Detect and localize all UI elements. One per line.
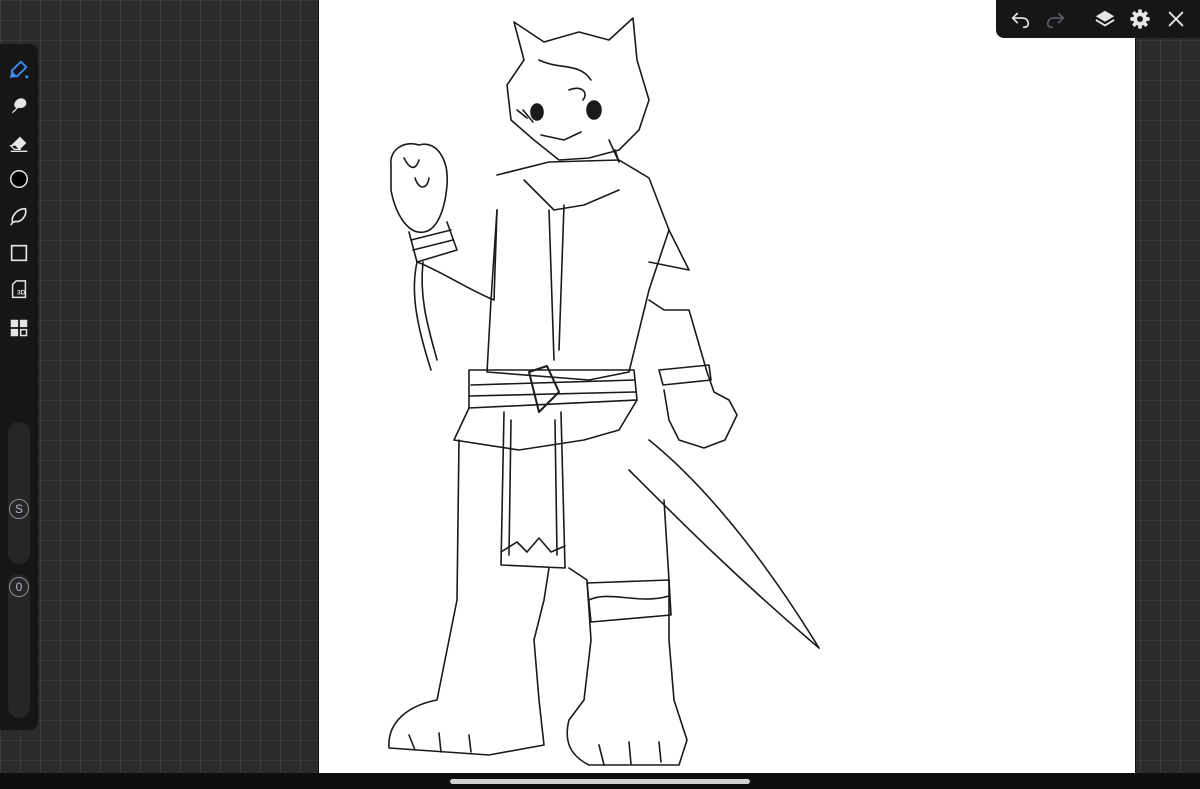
opacity-knob[interactable]: 0 [9,577,29,597]
gallery-button[interactable] [4,313,34,343]
rectangle-icon [10,244,28,262]
3d-label: 3D [17,290,26,297]
brush-size-knob[interactable]: S [9,499,29,519]
left-toolbar: 3D S 0 [0,44,38,730]
layers-icon [1095,10,1115,27]
redo-icon [1046,12,1065,29]
redo-button[interactable] [1042,5,1070,33]
settings-button[interactable] [1126,5,1154,33]
eraser-tool[interactable] [4,128,34,158]
shape-tool[interactable] [4,238,34,268]
close-icon [1168,11,1184,27]
opacity-label: 0 [15,580,23,594]
drawing-canvas[interactable] [319,0,1135,773]
home-indicator[interactable] [450,779,750,784]
smudge-tool[interactable] [4,91,34,121]
3d-model-icon: 3D [11,280,27,299]
grid-icon [10,319,28,337]
layers-button[interactable] [1091,5,1119,33]
brush-tool[interactable] [4,54,34,84]
lasso-icon [10,207,27,226]
gear-icon [1130,9,1150,29]
undo-icon [1011,12,1030,29]
close-button[interactable] [1162,5,1190,33]
smudge-icon [11,98,27,114]
brush-size-slider[interactable] [8,422,30,564]
line-art-drawing [388,17,820,766]
eraser-icon [9,136,28,152]
top-toolbar [996,0,1200,38]
color-swatch-icon [10,170,28,188]
selection-tool[interactable] [4,201,34,231]
3d-tool[interactable]: 3D [4,275,34,305]
undo-button[interactable] [1006,5,1034,33]
brush-pen-icon [9,60,29,79]
color-picker[interactable] [4,164,34,194]
brush-size-label: S [14,502,23,516]
